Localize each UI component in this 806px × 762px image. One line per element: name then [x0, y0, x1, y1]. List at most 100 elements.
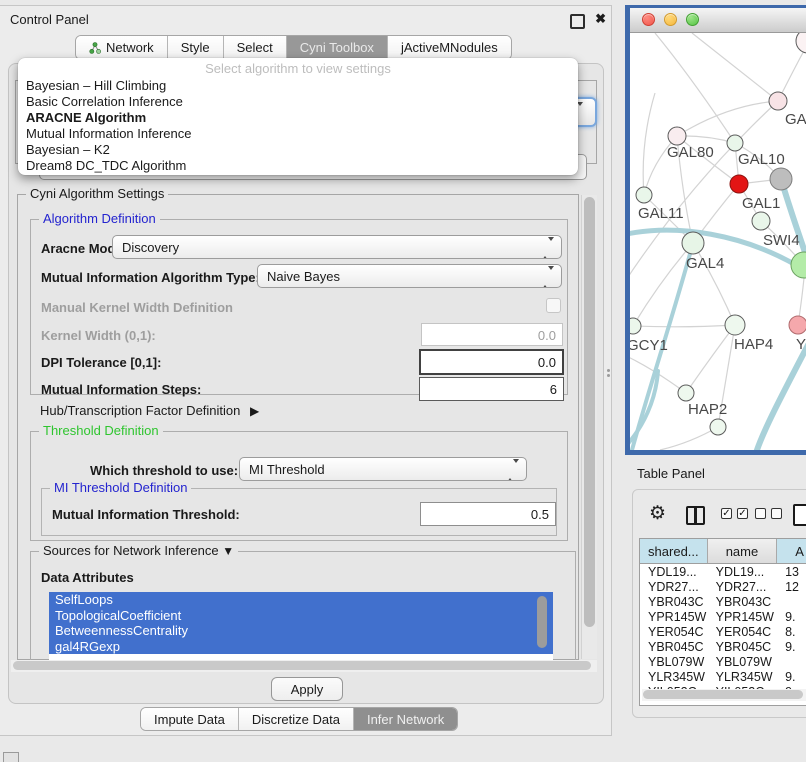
- network-node[interactable]: [725, 315, 745, 335]
- network-window-titlebar[interactable]: [630, 8, 806, 33]
- manual-kernel-width-checkbox[interactable]: [546, 298, 561, 313]
- settings-vscroll-thumb[interactable]: [584, 197, 595, 627]
- settings-hscroll-thumb[interactable]: [13, 661, 591, 670]
- column-header-name[interactable]: name: [708, 539, 778, 563]
- zoom-window-icon[interactable]: [686, 13, 699, 26]
- node-table: shared... name A YDL19...YDL19...13YDR27…: [639, 538, 806, 706]
- deselect-all-columns-icon[interactable]: [755, 508, 787, 523]
- network-node[interactable]: [668, 127, 686, 145]
- tab-infer-network[interactable]: Infer Network: [353, 708, 457, 730]
- network-node[interactable]: [789, 316, 806, 334]
- column-layout-icon[interactable]: [686, 506, 705, 525]
- network-node[interactable]: [630, 318, 641, 334]
- algorithm-option[interactable]: Basic Correlation Inference: [18, 94, 578, 110]
- cyni-bottom-tabbar: Impute Data Discretize Data Infer Networ…: [140, 707, 458, 731]
- algorithm-option[interactable]: Dream8 DC_TDC Algorithm: [18, 158, 578, 174]
- algorithm-option[interactable]: Bayesian – Hill Climbing: [18, 78, 578, 94]
- network-node[interactable]: [752, 212, 770, 230]
- kernel-width-field[interactable]: 0.0: [421, 323, 563, 346]
- algorithm-option[interactable]: Mutual Information Inference: [18, 126, 578, 142]
- hub-definition-toggle[interactable]: Hub/Transcription Factor Definition ▶: [40, 403, 259, 418]
- dpi-tolerance-field[interactable]: 0.0: [419, 349, 564, 375]
- tab-network[interactable]: Network: [76, 36, 167, 59]
- network-node[interactable]: [796, 33, 806, 53]
- network-node[interactable]: [730, 175, 748, 193]
- list-scrollbar-thumb[interactable]: [537, 596, 547, 648]
- table-cell: YBL079W: [640, 654, 708, 669]
- table-cell: YBR045C: [708, 639, 777, 654]
- minimize-window-icon[interactable]: [664, 13, 677, 26]
- table-header: shared... name A: [640, 539, 806, 564]
- list-item[interactable]: SelfLoops: [49, 592, 553, 608]
- float-window-icon[interactable]: [570, 14, 585, 29]
- table-row[interactable]: YBR043CYBR043C: [640, 594, 806, 609]
- table-body: YDL19...YDL19...13YDR27...YDR27...12YBR0…: [640, 564, 806, 699]
- table-row[interactable]: YLR345WYLR345W9.: [640, 669, 806, 684]
- table-horizontal-scrollbar[interactable]: [642, 689, 806, 701]
- tab-cyni-toolbox[interactable]: Cyni Toolbox: [286, 36, 387, 59]
- tab-discretize-data[interactable]: Discretize Data: [238, 708, 353, 730]
- apply-button[interactable]: Apply: [271, 677, 343, 701]
- column-header-partial[interactable]: A: [777, 539, 806, 563]
- control-panel-title: Control Panel: [10, 12, 89, 27]
- network-node[interactable]: [710, 419, 726, 435]
- network-node-label: GAL: [785, 111, 806, 128]
- network-node[interactable]: [791, 252, 806, 278]
- tab-jactivemnodules[interactable]: jActiveMNodules: [387, 36, 511, 59]
- cyni-settings-group-title: Cyni Algorithm Settings: [26, 187, 168, 201]
- list-item[interactable]: TopologicalCoefficient: [49, 608, 553, 624]
- collapsed-arrow-icon: ▶: [250, 404, 259, 418]
- list-item[interactable]: BetweennessCentrality: [49, 623, 553, 639]
- table-cell: YPR145W: [640, 609, 708, 624]
- network-node[interactable]: [636, 187, 652, 203]
- list-item[interactable]: gal4RGexp: [49, 639, 553, 655]
- algorithm-option[interactable]: Bayesian – K2: [18, 142, 578, 158]
- mi-algorithm-type-combo[interactable]: Naive Bayes: [257, 264, 562, 288]
- network-canvas-container: GALGAL80GAL10GAL1GAL11SWI4GAL4GCY1HAP4YH…: [630, 33, 806, 450]
- network-node[interactable]: [770, 168, 792, 190]
- table-cell: [777, 594, 806, 609]
- table-cell: YDR27...: [640, 579, 708, 594]
- table-row[interactable]: YBL079WYBL079W: [640, 654, 806, 669]
- table-cell: 8.: [777, 624, 806, 639]
- algorithm-definition-group: Algorithm Definition Aracne Mode: Discov…: [30, 219, 568, 395]
- algorithm-option-selected[interactable]: ARACNE Algorithm: [18, 110, 578, 126]
- dock-panel-icon[interactable]: [3, 752, 19, 762]
- network-canvas[interactable]: GALGAL80GAL10GAL1GAL11SWI4GAL4GCY1HAP4YH…: [630, 33, 806, 450]
- network-node[interactable]: [678, 385, 694, 401]
- network-node-label: SWI4: [763, 232, 800, 249]
- mi-threshold-field[interactable]: 0.5: [420, 502, 556, 526]
- sources-group-title[interactable]: Sources for Network Inference ▼: [39, 544, 238, 558]
- table-row[interactable]: YER054CYER054C8.: [640, 624, 806, 639]
- table-cell: [777, 654, 806, 669]
- table-hscroll-thumb[interactable]: [643, 690, 803, 699]
- network-node[interactable]: [727, 135, 743, 151]
- settings-vertical-scrollbar[interactable]: [581, 195, 597, 659]
- close-window-icon[interactable]: [642, 13, 655, 26]
- table-row[interactable]: YDR27...YDR27...12: [640, 579, 806, 594]
- which-threshold-combo[interactable]: MI Threshold: [239, 457, 527, 481]
- network-node-label: GAL11: [638, 205, 684, 222]
- settings-horizontal-scrollbar[interactable]: [11, 660, 597, 672]
- cyni-algorithm-settings-group: Cyni Algorithm Settings Algorithm Defini…: [17, 194, 579, 660]
- tab-select[interactable]: Select: [223, 36, 286, 59]
- algorithm-dropdown-popup: Select algorithm to view settings Bayesi…: [18, 58, 578, 175]
- aracne-mode-combo[interactable]: Discovery: [112, 235, 562, 259]
- column-header-shared-name[interactable]: shared...: [640, 539, 708, 563]
- close-panel-icon[interactable]: ✖: [595, 11, 606, 27]
- table-row[interactable]: YDL19...YDL19...13: [640, 564, 806, 579]
- select-all-columns-icon[interactable]: ✓✓: [721, 508, 753, 523]
- export-table-icon[interactable]: [793, 504, 806, 526]
- panel-divider-grip[interactable]: [606, 367, 611, 380]
- table-row[interactable]: YBR045CYBR045C9.: [640, 639, 806, 654]
- gear-icon[interactable]: ⚙: [649, 504, 666, 523]
- network-node[interactable]: [682, 232, 704, 254]
- mi-steps-field[interactable]: 6: [419, 377, 564, 401]
- network-node[interactable]: [769, 92, 787, 110]
- tab-style[interactable]: Style: [167, 36, 223, 59]
- network-node-label: GAL10: [738, 151, 785, 168]
- tab-impute-data[interactable]: Impute Data: [141, 708, 238, 730]
- table-row[interactable]: YPR145WYPR145W9.: [640, 609, 806, 624]
- mi-threshold-label: Mutual Information Threshold:: [52, 507, 240, 522]
- table-cell: YBR043C: [640, 594, 708, 609]
